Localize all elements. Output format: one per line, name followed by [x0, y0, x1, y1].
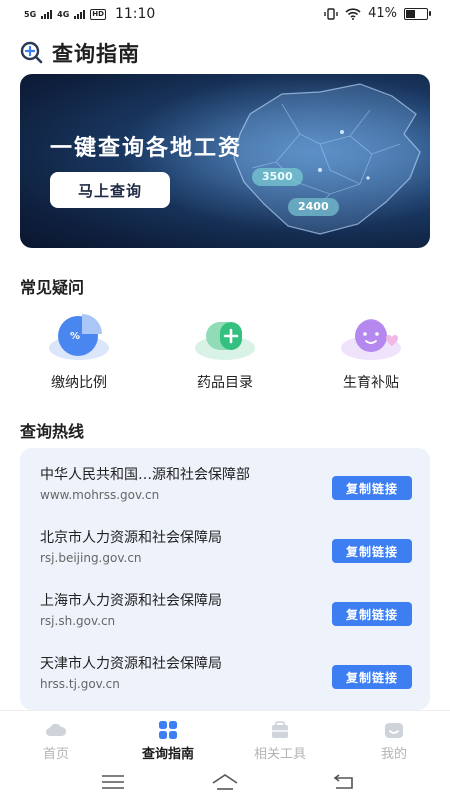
faq-section-title: 常见疑问	[20, 278, 85, 297]
tab-query-guide[interactable]: 查询指南	[112, 717, 224, 765]
hotline-name: 上海市人力资源和社会保障局	[40, 593, 222, 609]
tab-label: 我的	[380, 747, 407, 762]
search-plus-icon	[20, 41, 43, 64]
network-4g-label: 4G	[57, 9, 70, 19]
faq-item-drug-catalog[interactable]: 药品目录	[170, 308, 280, 394]
query-now-button[interactable]: 马上查询	[50, 172, 170, 208]
hotline-item: 中华人民共和国…源和社会保障部 www.mohrss.gov.cn 复制链接	[40, 464, 412, 516]
tab-label: 相关工具	[253, 747, 306, 762]
status-left: 5G 4G HD 11:10	[24, 6, 155, 22]
copy-link-button[interactable]: 复制链接	[332, 539, 412, 563]
hd-badge: HD	[90, 8, 106, 20]
copy-link-button[interactable]: 复制链接	[332, 665, 412, 689]
page-title: 查询指南	[52, 42, 140, 66]
signal-icon	[74, 9, 86, 19]
hotline-url: www.mohrss.gov.cn	[40, 488, 160, 502]
tab-tools[interactable]: 相关工具	[224, 717, 336, 765]
home-nav-icon[interactable]	[210, 772, 240, 792]
hotline-section-title: 查询热线	[20, 422, 85, 441]
bottom-tab-bar: 首页 查询指南 相关工具 我的	[0, 710, 450, 767]
battery-icon	[404, 7, 431, 20]
tab-label: 查询指南	[141, 747, 194, 762]
tab-label: 首页	[42, 747, 69, 762]
signal-icon	[41, 9, 53, 19]
hotline-list: 中华人民共和国…源和社会保障部 www.mohrss.gov.cn 复制链接 北…	[20, 448, 430, 710]
hotline-item: 上海市人力资源和社会保障局 rsj.sh.gov.cn 复制链接	[40, 590, 412, 642]
hotline-name: 中华人民共和国…源和社会保障部	[40, 467, 250, 483]
system-navigation-bar	[0, 766, 450, 800]
tab-profile[interactable]: 我的	[338, 717, 450, 765]
tab-home[interactable]: 首页	[0, 717, 112, 765]
back-icon[interactable]	[330, 772, 360, 792]
salary-badge: 2400	[288, 198, 339, 216]
copy-link-button[interactable]: 复制链接	[332, 476, 412, 500]
grid-guide-icon	[159, 721, 177, 739]
hotline-name: 北京市人力资源和社会保障局	[40, 530, 222, 546]
copy-link-button[interactable]: 复制链接	[332, 602, 412, 626]
faq-label: 生育补贴	[343, 375, 399, 391]
cloud-home-icon	[46, 723, 66, 736]
menu-icon[interactable]	[98, 772, 128, 792]
vibrate-icon	[324, 7, 338, 20]
medicine-pill-icon	[195, 322, 255, 360]
status-right: 41%	[324, 6, 431, 21]
faq-item-maternity-subsidy[interactable]: 生育补贴	[316, 308, 426, 394]
network-5g-label: 5G	[24, 9, 37, 19]
salary-query-banner[interactable]: 一键查询各地工资 马上查询 3500 2400	[20, 74, 430, 248]
clock: 11:10	[114, 6, 156, 22]
hotline-name: 天津市人力资源和社会保障局	[40, 656, 222, 672]
page-header: 查询指南	[20, 38, 140, 68]
hotline-item: 北京市人力资源和社会保障局 rsj.beijing.gov.cn 复制链接	[40, 527, 412, 579]
baby-face-icon	[341, 319, 401, 360]
banner-headline: 一键查询各地工资	[50, 136, 243, 161]
faq-item-contribution-ratio[interactable]: % 缴纳比例	[24, 308, 134, 394]
status-bar: 5G 4G HD 11:10 41%	[0, 0, 450, 30]
profile-icon	[385, 723, 403, 738]
wifi-icon	[345, 7, 361, 20]
hotline-url: rsj.beijing.gov.cn	[40, 551, 142, 565]
faq-label: 缴纳比例	[51, 375, 107, 391]
hotline-url: rsj.sh.gov.cn	[40, 614, 116, 628]
toolbox-icon	[272, 721, 288, 738]
faq-label: 药品目录	[197, 375, 253, 391]
battery-percent: 41%	[368, 6, 397, 21]
hotline-url: hrss.tj.gov.cn	[40, 677, 120, 691]
hotline-item: 天津市人力资源和社会保障局 hrss.tj.gov.cn 复制链接	[40, 653, 412, 705]
salary-badge: 3500	[252, 168, 303, 186]
pie-chart-icon: %	[49, 314, 109, 360]
svg-text:%: %	[70, 331, 80, 342]
battery-level	[406, 9, 416, 18]
